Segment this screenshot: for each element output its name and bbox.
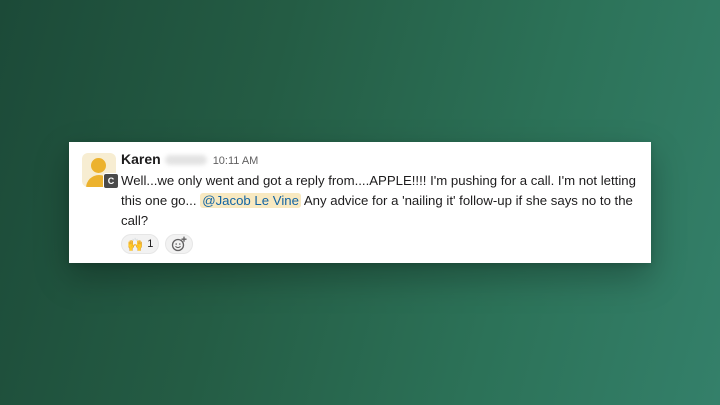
message-header: Karen 10:11 AM [121,151,258,169]
user-mention[interactable]: @Jacob Le Vine [200,193,301,208]
redacted-surname [164,155,207,165]
avatar-head-shape [91,158,106,173]
message-card: C Karen 10:11 AM Well...we only went and … [69,142,651,263]
author-name[interactable]: Karen [121,151,161,167]
reaction-count: 1 [147,238,154,250]
message-body: Well...we only went and got a reply from… [121,171,645,231]
add-reaction-button[interactable] [165,234,194,254]
raised-hands-emoji-icon: 🙌 [127,236,144,252]
reaction-raised-hands[interactable]: 🙌 1 [121,234,160,254]
avatar-badge: C [103,173,119,189]
add-reaction-icon [172,236,187,252]
message-timestamp[interactable]: 10:11 AM [213,155,259,167]
reactions-bar: 🙌 1 [121,234,194,254]
